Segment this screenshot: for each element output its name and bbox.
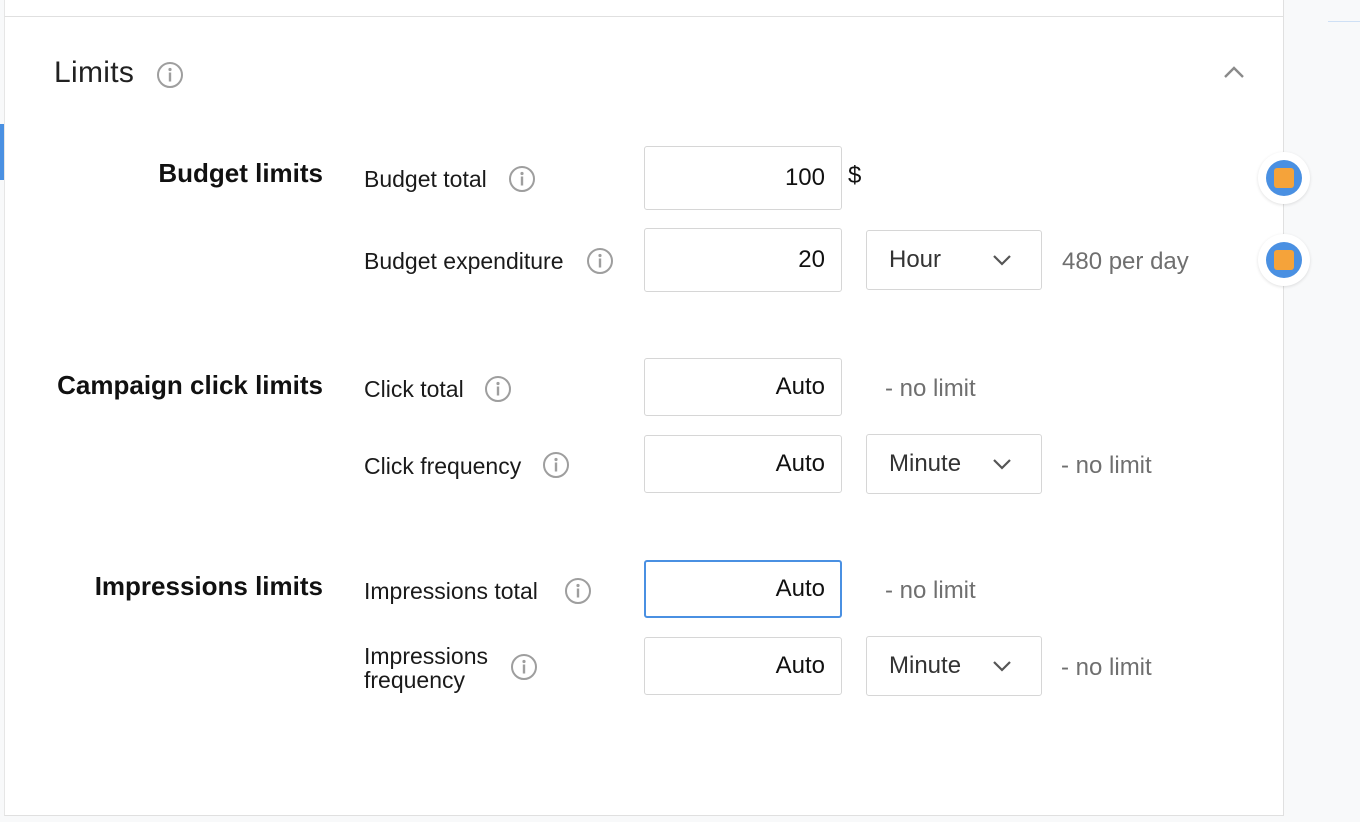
budget-expenditure-input[interactable] bbox=[644, 228, 842, 292]
limits-panel bbox=[4, 16, 1284, 816]
budget-expenditure-period-select[interactable]: Hour bbox=[866, 230, 1042, 290]
budget-expenditure-hint: 480 per day bbox=[1062, 248, 1189, 275]
select-value: Minute bbox=[889, 450, 962, 477]
click-limits-heading: Campaign click limits bbox=[57, 370, 323, 400]
info-icon[interactable] bbox=[564, 577, 592, 605]
budget-limits-heading: Budget limits bbox=[158, 158, 323, 188]
page: Limits Budget limits Budget total $ Budg… bbox=[0, 0, 1360, 822]
click-total-label: Click total bbox=[364, 376, 464, 402]
budget-expenditure-side-handle[interactable] bbox=[1258, 234, 1310, 286]
chevron-up-icon bbox=[1224, 66, 1244, 78]
click-total-input[interactable] bbox=[644, 358, 842, 416]
budget-total-label: Budget total bbox=[364, 166, 487, 192]
chevron-down-icon bbox=[993, 459, 1011, 470]
info-icon[interactable] bbox=[510, 653, 538, 681]
impressions-frequency-label-line1: Impressions bbox=[364, 643, 488, 669]
impressions-frequency-hint: - no limit bbox=[1061, 654, 1152, 681]
impressions-frequency-label-line2: frequency bbox=[364, 667, 466, 693]
impressions-frequency-period-select[interactable]: Minute bbox=[866, 636, 1042, 696]
click-total-hint: - no limit bbox=[885, 375, 976, 402]
impressions-total-label: Impressions total bbox=[364, 578, 538, 604]
impressions-limits-heading: Impressions limits bbox=[94, 571, 323, 601]
budget-expenditure-label: Budget expenditure bbox=[364, 248, 564, 274]
chevron-down-icon bbox=[993, 255, 1011, 266]
right-gutter bbox=[1285, 0, 1360, 822]
currency-symbol: $ bbox=[848, 162, 862, 189]
section-title: Limits bbox=[54, 56, 135, 89]
info-icon[interactable] bbox=[484, 375, 512, 403]
previous-section-bottom bbox=[4, 0, 1284, 16]
collapse-button[interactable] bbox=[1218, 58, 1250, 86]
active-section-indicator bbox=[0, 124, 4, 180]
info-icon[interactable] bbox=[156, 61, 184, 89]
right-gutter-line bbox=[1328, 21, 1360, 22]
click-frequency-input[interactable] bbox=[644, 435, 842, 493]
select-value: Hour bbox=[889, 246, 942, 273]
info-icon[interactable] bbox=[586, 247, 614, 275]
handle-square-icon bbox=[1274, 250, 1294, 270]
handle-square-icon bbox=[1274, 168, 1294, 188]
impressions-total-hint: - no limit bbox=[885, 577, 976, 604]
click-frequency-period-select[interactable]: Minute bbox=[866, 434, 1042, 494]
click-frequency-hint: - no limit bbox=[1061, 452, 1152, 479]
budget-total-input[interactable] bbox=[644, 146, 842, 210]
info-icon[interactable] bbox=[508, 165, 536, 193]
budget-total-side-handle[interactable] bbox=[1258, 152, 1310, 204]
impressions-frequency-input[interactable] bbox=[644, 637, 842, 695]
info-icon[interactable] bbox=[542, 451, 570, 479]
select-value: Minute bbox=[889, 652, 962, 679]
chevron-down-icon bbox=[993, 661, 1011, 672]
impressions-total-input[interactable] bbox=[644, 560, 842, 618]
click-frequency-label: Click frequency bbox=[364, 453, 522, 479]
